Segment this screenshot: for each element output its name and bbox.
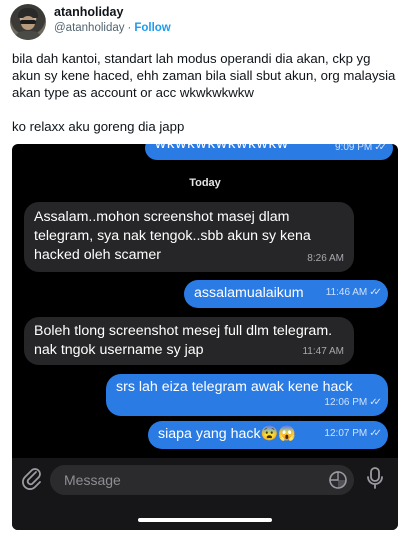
follow-button[interactable]: Follow [134, 22, 170, 34]
separator-dot: · [127, 22, 132, 34]
home-indicator [138, 518, 272, 522]
avatar[interactable] [10, 4, 46, 40]
microphone-icon[interactable] [364, 466, 386, 490]
tweet-text: bila dah kantoi, standart lah modus oper… [12, 50, 398, 135]
message-time: 11:47 AM [302, 346, 344, 357]
display-name[interactable]: atanholiday [54, 5, 123, 19]
message-text: assalamualaikum [194, 285, 304, 301]
avatar-body [14, 31, 42, 40]
message-composer [12, 458, 398, 530]
chat-screenshot: wkwkwkwkwkwkw 9:09 PM✓✓ Today Assalam..m… [12, 144, 398, 530]
message-time: 9:09 PM ✓✓ [335, 144, 387, 157]
avatar-glasses [20, 20, 36, 24]
day-separator: Today [189, 177, 221, 189]
message-bubble-outgoing[interactable]: assalamualaikum 11:46 AM ✓✓ [184, 280, 388, 308]
paperclip-icon[interactable] [21, 466, 43, 490]
message-text: wkwkwkwkwkwkw [155, 144, 289, 153]
message-input-field[interactable] [50, 465, 354, 495]
message-bubble-incoming[interactable]: Assalam..mohon screenshot masej dlam tel… [24, 202, 354, 272]
message-time: 12:07 PM ✓✓ [324, 424, 382, 443]
message-time: 12:06 PM ✓✓ [324, 393, 382, 412]
handle-line: @atanholiday · Follow [54, 22, 171, 34]
tweet-paragraph-1: bila dah kantoi, standart lah modus oper… [12, 51, 396, 100]
tweet-header: atanholiday @atanholiday · Follow [10, 4, 400, 40]
sticker-icon[interactable] [328, 470, 348, 490]
message-bubble-outgoing[interactable]: wkwkwkwkwkwkw 9:09 PM✓✓ [145, 144, 393, 160]
message-input[interactable] [64, 465, 304, 495]
read-check-icon: ✓✓ [369, 287, 382, 298]
message-text: Assalam..mohon screenshot masej dlam tel… [34, 209, 311, 263]
read-check-icon: ✓✓ [369, 397, 382, 408]
message-bubble-incoming[interactable]: Boleh tlong screenshot mesej full dlm te… [24, 317, 354, 365]
tweet-paragraph-2: ko relaxx aku goreng dia japp [12, 119, 185, 134]
message-text: srs lah eiza telegram awak kene hack [116, 379, 353, 395]
message-time: 8:26 AM [307, 253, 344, 264]
message-bubble-outgoing[interactable]: srs lah eiza telegram awak kene hack 12:… [106, 374, 388, 416]
message-bubble-outgoing[interactable]: siapa yang hack😨😱 12:07 PM ✓✓ [148, 421, 388, 449]
read-check-icon: ✓✓ [374, 144, 387, 153]
message-time: 11:46 AM ✓✓ [326, 283, 382, 302]
message-text: siapa yang hack😨😱 [158, 426, 296, 442]
read-check-icon: ✓✓ [369, 428, 382, 439]
user-handle[interactable]: @atanholiday [54, 22, 125, 34]
